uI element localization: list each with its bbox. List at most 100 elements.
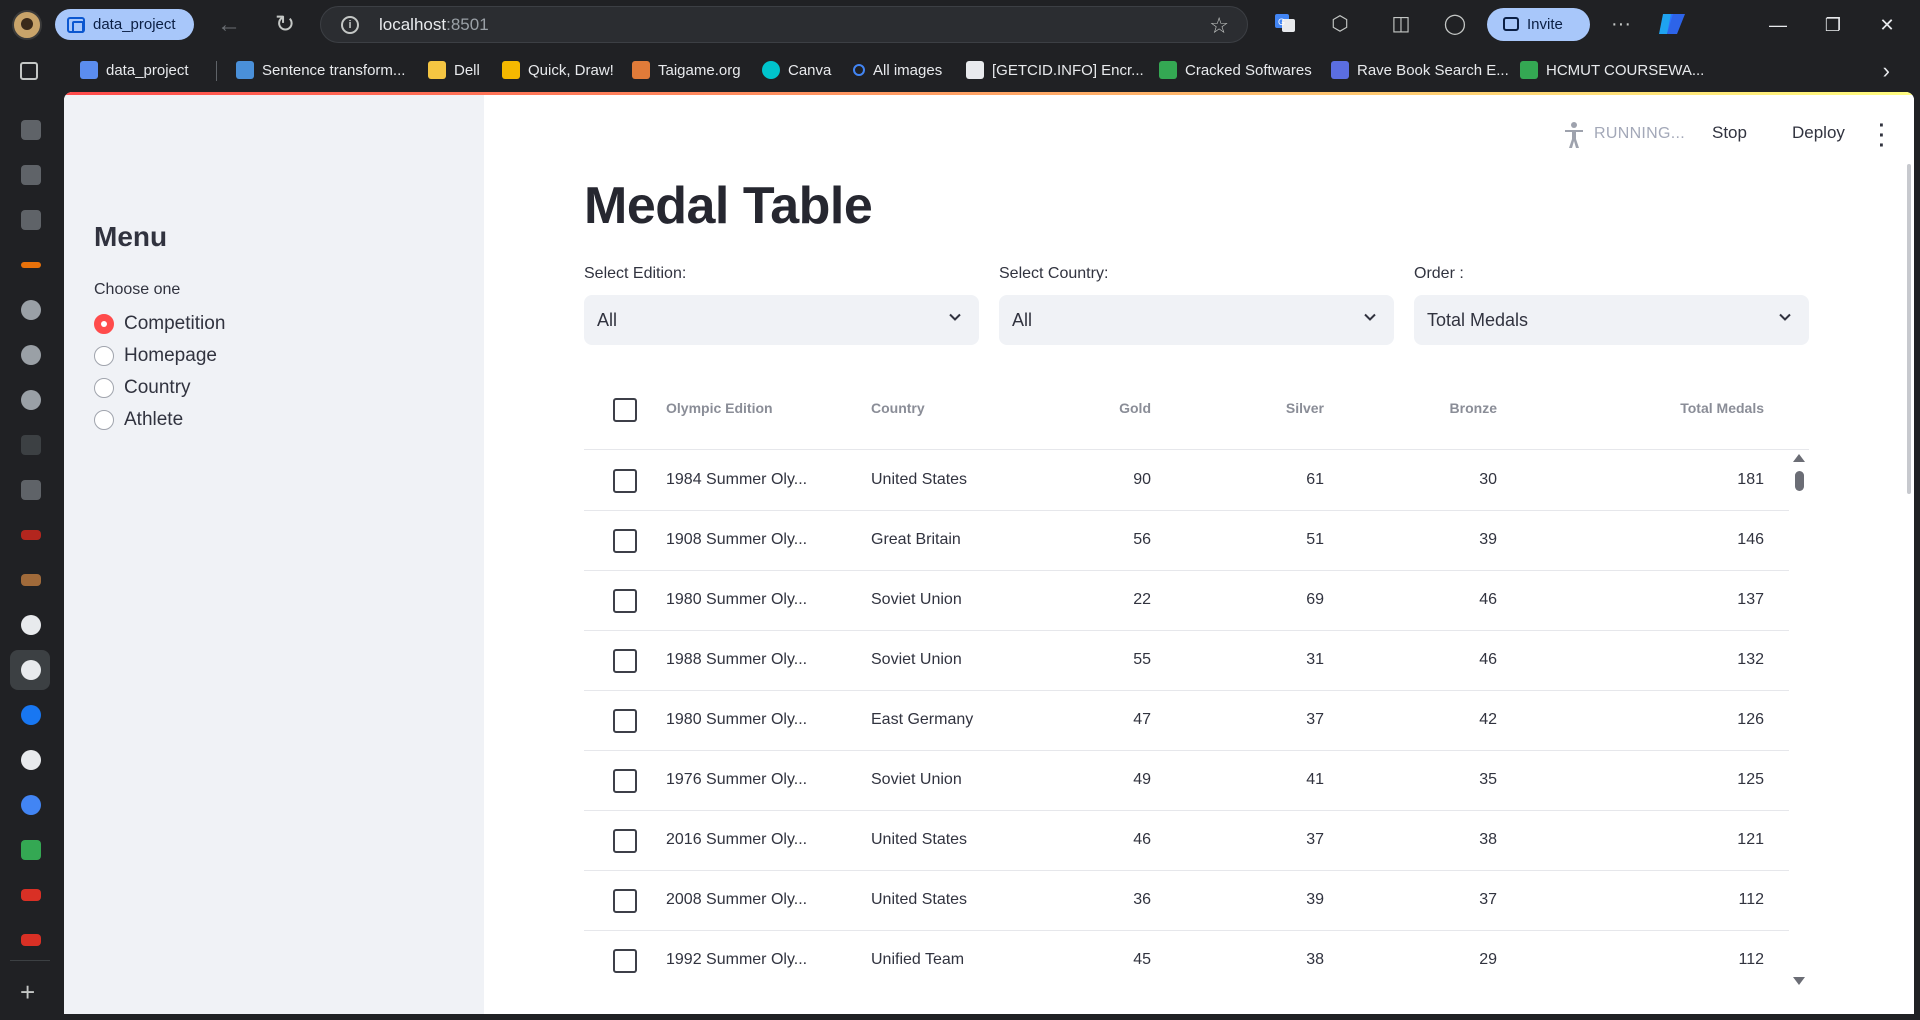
cell-country[interactable]: East Germany	[871, 711, 1031, 729]
cell-country[interactable]: Great Britain	[871, 531, 1031, 549]
copilot-icon[interactable]	[1657, 10, 1687, 38]
tab-icon-2[interactable]	[21, 165, 41, 185]
cell-country[interactable]: United States	[871, 891, 1031, 909]
column-header-bronze[interactable]: Bronze	[1377, 400, 1497, 416]
tab-icon-4[interactable]	[21, 262, 41, 268]
invite-button[interactable]: Invite	[1487, 8, 1590, 41]
cell-bronze[interactable]: 46	[1377, 591, 1497, 609]
site-info-icon[interactable]: i	[341, 15, 359, 34]
scroll-down-arrow-icon[interactable]	[1793, 977, 1805, 985]
extensions-icon[interactable]: ⬡	[1327, 11, 1353, 37]
cell-gold[interactable]: 45	[1034, 951, 1151, 969]
row-checkbox[interactable]	[613, 469, 637, 493]
minimize-icon[interactable]: —	[1763, 10, 1793, 40]
radio-button[interactable]	[94, 378, 114, 398]
scroll-up-arrow-icon[interactable]	[1793, 454, 1805, 462]
column-header-edition[interactable]: Olympic Edition	[666, 400, 773, 416]
bookmark-taigame[interactable]: Taigame.org	[632, 59, 741, 81]
cell-silver[interactable]: 51	[1204, 531, 1324, 549]
cell-gold[interactable]: 22	[1034, 591, 1151, 609]
facebook-tab-icon[interactable]	[21, 705, 41, 725]
cell-country[interactable]: Unified Team	[871, 951, 1031, 969]
cell-edition[interactable]: 1980 Summer Oly...	[666, 591, 826, 609]
row-checkbox[interactable]	[613, 529, 637, 553]
main-menu-icon[interactable]: · · ·	[1872, 116, 1892, 156]
stop-button[interactable]: Stop	[1712, 123, 1747, 143]
cell-silver[interactable]: 61	[1204, 471, 1324, 489]
cell-bronze[interactable]: 46	[1377, 651, 1497, 669]
radio-option-country[interactable]: Country	[94, 375, 191, 401]
cell-gold[interactable]: 55	[1034, 651, 1151, 669]
bookmark-rave-book-search[interactable]: Rave Book Search E...	[1331, 59, 1509, 81]
cell-edition[interactable]: 1908 Summer Oly...	[666, 531, 826, 549]
table-row[interactable]: 1980 Summer Oly... Soviet Union 22 69 46 137	[584, 571, 1789, 631]
cell-edition[interactable]: 1992 Summer Oly...	[666, 951, 826, 969]
cell-total[interactable]: 132	[1584, 651, 1764, 669]
cell-total[interactable]: 181	[1584, 471, 1764, 489]
cell-silver[interactable]: 37	[1204, 711, 1324, 729]
profile-avatar[interactable]	[12, 10, 42, 40]
tab-icon-11[interactable]	[21, 574, 41, 586]
cell-edition[interactable]: 1984 Summer Oly...	[666, 471, 826, 489]
cell-gold[interactable]: 47	[1034, 711, 1151, 729]
cell-edition[interactable]: 1980 Summer Oly...	[666, 711, 826, 729]
column-header-country[interactable]: Country	[871, 400, 925, 416]
cell-silver[interactable]: 38	[1204, 951, 1324, 969]
row-checkbox[interactable]	[613, 829, 637, 853]
sidebar-toggle-icon[interactable]	[20, 62, 38, 80]
bookmark-quick-draw[interactable]: Quick, Draw!	[502, 59, 614, 81]
crown-tab-icon-active[interactable]	[21, 660, 41, 680]
translate-icon[interactable]: G	[1272, 11, 1298, 37]
tab-icon-1[interactable]	[21, 120, 41, 140]
cell-silver[interactable]: 41	[1204, 771, 1324, 789]
cell-bronze[interactable]: 30	[1377, 471, 1497, 489]
crown-tab-icon[interactable]	[21, 615, 41, 635]
cell-bronze[interactable]: 35	[1377, 771, 1497, 789]
tab-icon-17[interactable]	[21, 889, 41, 901]
tab-icon-8[interactable]	[21, 435, 41, 455]
cell-country[interactable]: United States	[871, 471, 1031, 489]
tab-icon-3[interactable]	[21, 210, 41, 230]
cell-silver[interactable]: 37	[1204, 831, 1324, 849]
row-checkbox[interactable]	[613, 769, 637, 793]
country-select[interactable]: All	[999, 295, 1394, 345]
reload-icon[interactable]: ↻	[270, 10, 300, 40]
new-tab-icon[interactable]: +	[20, 977, 35, 1008]
cell-bronze[interactable]: 37	[1377, 891, 1497, 909]
bookmark-all-images[interactable]: All images	[853, 59, 942, 81]
cell-gold[interactable]: 90	[1034, 471, 1151, 489]
cell-edition[interactable]: 1976 Summer Oly...	[666, 771, 826, 789]
bookmark-dell[interactable]: Dell	[428, 59, 480, 81]
row-checkbox[interactable]	[613, 649, 637, 673]
more-menu-icon[interactable]: ···	[1608, 11, 1634, 37]
cell-bronze[interactable]: 38	[1377, 831, 1497, 849]
bookmark-cracked-softwares[interactable]: Cracked Softwares	[1159, 59, 1312, 81]
cell-bronze[interactable]: 42	[1377, 711, 1497, 729]
radio-button[interactable]	[94, 410, 114, 430]
split-screen-icon[interactable]: ◫	[1388, 11, 1414, 37]
edition-select[interactable]: All	[584, 295, 979, 345]
row-checkbox[interactable]	[613, 949, 637, 973]
cell-total[interactable]: 137	[1584, 591, 1764, 609]
restore-icon[interactable]: ❐	[1818, 10, 1848, 40]
cell-total[interactable]: 112	[1584, 951, 1764, 969]
bookmark-hcmut-courseware[interactable]: HCMUT COURSEWA...	[1520, 59, 1704, 81]
close-icon[interactable]: ✕	[1872, 10, 1902, 40]
radio-option-athlete[interactable]: Athlete	[94, 407, 183, 433]
bookmark-sentence-transform[interactable]: Sentence transform...	[236, 59, 405, 81]
google-tab-icon[interactable]	[21, 300, 41, 320]
openai-tab-icon[interactable]	[21, 345, 41, 365]
select-all-checkbox[interactable]	[613, 398, 637, 422]
cell-country[interactable]: Soviet Union	[871, 591, 1031, 609]
tab-icon-9[interactable]	[21, 480, 41, 500]
tab-icon-10[interactable]	[21, 530, 41, 540]
table-row[interactable]: 2016 Summer Oly... United States 46 37 38 121	[584, 811, 1789, 871]
cell-total[interactable]: 146	[1584, 531, 1764, 549]
cell-country[interactable]: Soviet Union	[871, 651, 1031, 669]
back-arrow-icon[interactable]: ←	[214, 10, 244, 40]
column-header-gold[interactable]: Gold	[1034, 400, 1151, 416]
cell-total[interactable]: 126	[1584, 711, 1764, 729]
column-header-silver[interactable]: Silver	[1204, 400, 1324, 416]
radio-option-competition[interactable]: Competition	[94, 311, 225, 337]
order-select[interactable]: Total Medals	[1414, 295, 1809, 345]
